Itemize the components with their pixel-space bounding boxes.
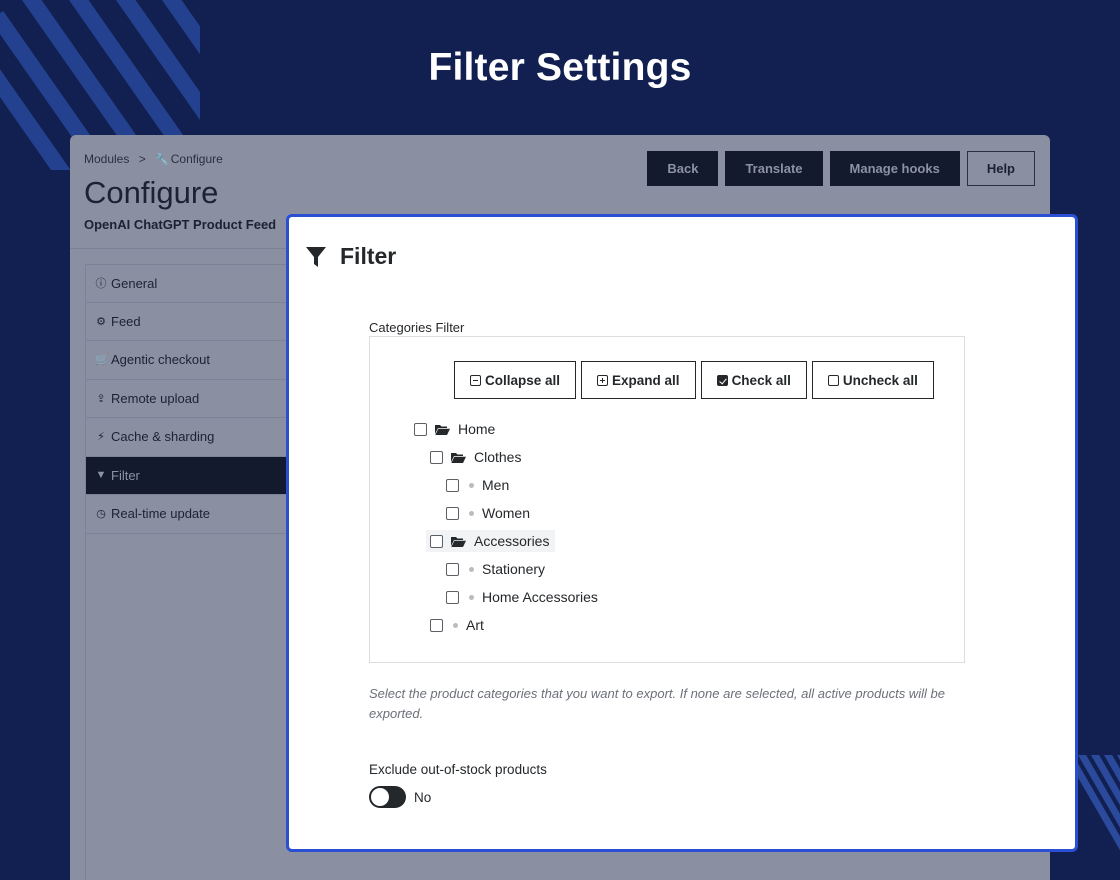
category-tree: Collapse all Expand all Check all Unchec… (369, 336, 965, 663)
back-button[interactable]: Back (647, 151, 719, 186)
minus-square-icon (470, 374, 481, 386)
help-button[interactable]: Help (966, 151, 1035, 186)
categories-help-text: Select the product categories that you w… (369, 686, 945, 721)
category-checkbox[interactable] (446, 590, 459, 604)
cart-icon: 🛒 (95, 354, 109, 367)
tree-node-label: Clothes (474, 449, 522, 465)
filter-header: Filter (306, 243, 396, 270)
filter-title: Filter (340, 243, 397, 269)
sidebar-item-label: Agentic checkout (111, 352, 211, 368)
sidebar-item-feed[interactable]: ⚙ Feed (86, 303, 295, 341)
tree-node-men[interactable]: Men (446, 474, 509, 496)
breadcrumb: Modules > 🔧 Configure (84, 152, 223, 166)
leaf-dot-icon (469, 594, 474, 600)
page-subtitle: OpenAI ChatGPT Product Feed (84, 217, 277, 232)
sidebar-item-filter[interactable]: ▼ Filter (86, 456, 295, 495)
sidebar-item-real-time-update[interactable]: ◷ Real-time update (86, 495, 295, 534)
folder-open-icon (451, 536, 466, 547)
sidebar-item-cache-sharding[interactable]: ⚡ Cache & sharding (86, 418, 295, 457)
manage-hooks-button[interactable]: Manage hooks (829, 151, 960, 186)
categories-filter-label: Categories Filter (369, 320, 465, 335)
tree-node-label: Home (458, 421, 496, 437)
category-checkbox[interactable] (430, 618, 443, 632)
category-checkbox[interactable] (430, 450, 443, 464)
tree-node-home-accessories[interactable]: Home Accessories (446, 586, 598, 608)
folder-open-icon (451, 452, 466, 463)
category-checkbox[interactable] (446, 478, 459, 492)
tree-node-label: Accessories (474, 533, 550, 549)
exclude-out-of-stock-label: Exclude out-of-stock products (369, 762, 547, 777)
tree-node-women[interactable]: Women (446, 502, 530, 524)
uncheck-all-label: Uncheck all (842, 372, 918, 388)
plus-square-icon (597, 374, 609, 386)
tree-node-home[interactable]: Home (414, 418, 495, 440)
collapse-all-button[interactable]: Collapse all (454, 361, 577, 399)
sidebar-item-label: Feed (111, 313, 141, 329)
tree-node-label: Men (482, 477, 510, 493)
uncheck-all-button[interactable]: Uncheck all (811, 361, 934, 399)
collapse-all-label: Collapse all (485, 372, 561, 388)
translate-button[interactable]: Translate (725, 151, 823, 186)
tree-node-label: Home Accessories (482, 589, 598, 605)
sidebar-item-label: General (111, 275, 158, 291)
toggle-state-label: No (414, 790, 432, 805)
category-checkbox[interactable] (414, 422, 427, 436)
wrench-icon: 🔧 (155, 154, 169, 166)
leaf-dot-icon (469, 482, 474, 488)
clock-icon: ◷ (96, 508, 106, 521)
folder-open-icon (435, 424, 450, 435)
leaf-dot-icon (453, 622, 458, 628)
breadcrumb-current: Configure (170, 152, 223, 166)
funnel-icon: ▼ (95, 469, 107, 482)
category-checkbox[interactable] (446, 562, 459, 576)
sidebar-item-label: Real-time update (111, 506, 210, 522)
exclude-out-of-stock-toggle[interactable] (369, 786, 406, 808)
expand-all-label: Expand all (612, 372, 680, 388)
breadcrumb-separator: > (138, 152, 146, 166)
page-title: Configure (84, 175, 219, 210)
tree-node-clothes[interactable]: Clothes (430, 446, 521, 468)
toolbar: Back Translate Manage hooks Help (647, 151, 1035, 186)
tree-actions: Collapse all Expand all Check all Unchec… (454, 361, 934, 399)
category-checkbox[interactable] (446, 506, 459, 520)
square-icon (827, 374, 839, 386)
upload-icon: ⇪ (96, 392, 106, 405)
sidebar-item-general[interactable]: ⓘ General (86, 264, 295, 303)
category-checkbox[interactable] (430, 534, 443, 548)
tree-node-label: Stationery (482, 561, 546, 577)
hero-title: Filter Settings (428, 46, 692, 89)
tree-node-art[interactable]: Art (430, 614, 484, 636)
tree-node-stationery[interactable]: Stationery (446, 558, 545, 580)
leaf-dot-icon (469, 566, 474, 572)
sidebar-item-agentic-checkout[interactable]: 🛒 Agentic checkout (86, 341, 295, 380)
info-circle-icon: ⓘ (95, 278, 107, 291)
bolt-icon: ⚡ (97, 431, 105, 444)
sidebar-item-label: Filter (111, 467, 140, 483)
leaf-dot-icon (469, 510, 474, 516)
cogs-icon: ⚙ (96, 315, 106, 328)
tree-node-label: Women (482, 505, 530, 521)
expand-all-button[interactable]: Expand all (581, 361, 696, 399)
funnel-icon (306, 246, 326, 267)
check-all-label: Check all (731, 372, 791, 388)
tree-node-accessories[interactable]: Accessories (426, 530, 556, 552)
sidebar-item-label: Cache & sharding (111, 429, 215, 445)
sidebar: ⓘ General ⚙ Feed 🛒 Agentic checkout ⇪ Re… (85, 264, 295, 880)
check-all-button[interactable]: Check all (700, 361, 807, 399)
check-square-icon (716, 374, 728, 386)
filter-panel: Filter Categories Filter Collapse all Ex… (286, 214, 1078, 852)
breadcrumb-modules[interactable]: Modules (84, 152, 129, 166)
sidebar-item-remote-upload[interactable]: ⇪ Remote upload (86, 380, 295, 418)
sidebar-item-label: Remote upload (111, 390, 200, 406)
tree-node-label: Art (466, 617, 484, 633)
